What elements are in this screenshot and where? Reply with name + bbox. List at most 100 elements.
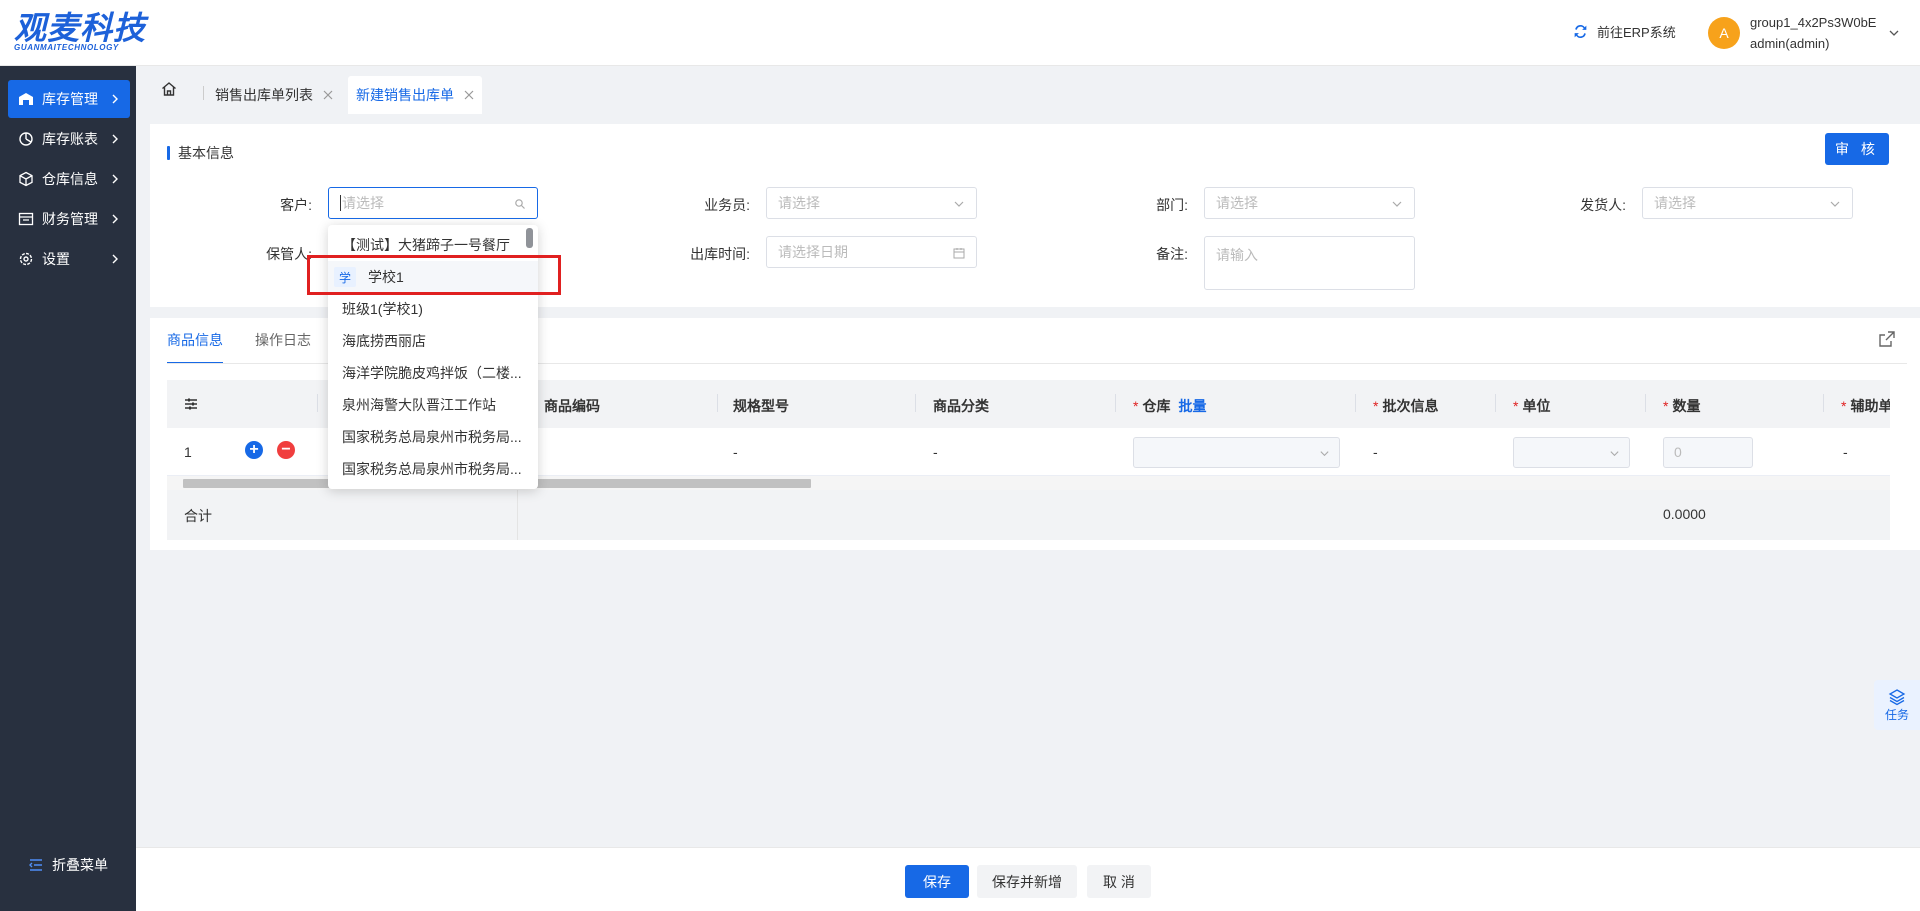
sidebar-item-finance[interactable]: 财务管理 — [8, 200, 130, 238]
salesman-select[interactable]: 请选择 — [766, 187, 977, 219]
dropdown-option[interactable]: 班级1(学校1) — [328, 293, 538, 325]
user-name: admin(admin) — [1750, 36, 1830, 51]
sidebar-item-label: 设置 — [42, 251, 70, 267]
erp-system-link[interactable]: 前往ERP系统 — [1572, 22, 1676, 41]
chevron-right-icon — [112, 214, 118, 224]
text-cursor — [340, 195, 341, 211]
column-divider — [1115, 394, 1116, 412]
calendar-icon — [953, 248, 965, 259]
dropdown-option[interactable]: 泉州海警大队晋江工作站 — [328, 389, 538, 421]
column-divider — [915, 394, 916, 412]
aux-header-label: 辅助单 — [1850, 398, 1890, 414]
shipper-label: 发货人: — [1580, 197, 1626, 213]
pie-chart-icon — [18, 131, 34, 147]
outtime-date-picker[interactable]: 请选择日期 — [766, 236, 977, 268]
unit-select[interactable] — [1513, 437, 1630, 468]
dropdown-scrollbar[interactable] — [526, 228, 533, 248]
collapse-menu-label: 折叠菜单 — [52, 857, 108, 873]
add-row-button[interactable]: + — [245, 441, 263, 459]
warehouse-select[interactable] — [1133, 437, 1340, 468]
cell-batch-info: - — [1373, 444, 1378, 460]
close-icon[interactable] — [321, 88, 335, 102]
sidebar: 库存管理 库存账表 仓库信息 财务管理 设置 折叠菜单 — [0, 66, 136, 911]
header-category: 商品分类 — [933, 398, 989, 414]
cell-category: - — [933, 444, 938, 460]
header-aux-unit: * 辅助单 — [1841, 396, 1890, 416]
chevron-down-icon — [1610, 451, 1619, 457]
tab-divider — [203, 86, 204, 100]
gear-icon — [18, 251, 34, 267]
tab-sales-outbound-list[interactable]: 销售出库单列表 — [207, 76, 341, 114]
shipper-select[interactable]: 请选择 — [1642, 187, 1853, 219]
chevron-down-icon — [954, 201, 964, 207]
chevron-right-icon — [112, 254, 118, 264]
department-select[interactable]: 请选择 — [1204, 187, 1415, 219]
chevron-right-icon — [112, 174, 118, 184]
column-divider — [1355, 394, 1356, 412]
keeper-label: 保管人: — [266, 246, 312, 262]
chevron-right-icon — [112, 134, 118, 144]
batch-info-header-label: 批次信息 — [1382, 398, 1439, 414]
outtime-placeholder: 请选择日期 — [778, 244, 848, 260]
dropdown-option[interactable]: 海底捞西丽店 — [328, 325, 538, 357]
customer-select[interactable]: 请选择 — [328, 187, 538, 219]
total-quantity: 0.0000 — [1663, 506, 1706, 522]
table-footer: 合计 0.0000 — [167, 490, 1890, 540]
sidebar-item-label: 库存管理 — [42, 91, 98, 107]
logo[interactable]: 观麦科技 GUANMAITECHNOLOGY — [14, 10, 146, 52]
home-icon[interactable] — [160, 80, 178, 98]
task-float-button[interactable]: 任务 — [1874, 680, 1920, 730]
outtime-label: 出库时间: — [690, 246, 750, 262]
header-product-code: 商品编码 — [544, 398, 600, 414]
tab-goods-info[interactable]: 商品信息 — [167, 330, 223, 364]
expand-icon[interactable] — [1878, 330, 1896, 348]
warehouse-header-label: 仓库 — [1142, 398, 1171, 414]
menu-fold-icon — [29, 859, 42, 871]
footer-divider — [517, 490, 518, 540]
save-and-new-button[interactable]: 保存并新增 — [977, 865, 1077, 898]
top-header: 观麦科技 GUANMAITECHNOLOGY 前往ERP系统 A group1_… — [0, 0, 1920, 66]
sidebar-item-inventory[interactable]: 库存管理 — [8, 80, 130, 118]
quantity-input[interactable]: 0 — [1663, 437, 1753, 468]
salesman-placeholder: 请选择 — [778, 195, 820, 211]
shipper-placeholder: 请选择 — [1654, 195, 1696, 211]
dropdown-option[interactable]: 国家税务总局泉州市税务局... — [328, 421, 538, 453]
chevron-right-icon — [112, 94, 118, 104]
collapse-menu-button[interactable]: 折叠菜单 — [28, 855, 108, 875]
batch-link[interactable]: 批量 — [1178, 398, 1206, 414]
sidebar-item-label: 仓库信息 — [42, 171, 98, 187]
sidebar-item-settings[interactable]: 设置 — [8, 240, 130, 278]
dropdown-option[interactable]: 【测试】大猪蹄子一号餐厅 — [328, 229, 538, 261]
dropdown-option[interactable]: 海洋学院脆皮鸡拌饭（二楼... — [328, 357, 538, 389]
dropdown-option-school1[interactable]: 学 学校1 — [328, 261, 538, 293]
dropdown-option[interactable]: 国家税务总局泉州市税务局... — [328, 453, 538, 485]
row-index: 1 — [184, 444, 192, 460]
remark-label: 备注: — [1156, 246, 1188, 262]
search-icon — [515, 199, 525, 209]
header-batch-info: * 批次信息 — [1373, 398, 1439, 414]
header-unit: * 单位 — [1513, 398, 1551, 414]
sidebar-item-inventory-report[interactable]: 库存账表 — [8, 120, 130, 158]
remove-row-button[interactable]: − — [277, 441, 295, 459]
logo-text: 观麦科技 — [14, 9, 147, 47]
remark-textarea[interactable]: 请输入 — [1204, 236, 1415, 290]
save-button[interactable]: 保存 — [905, 865, 969, 898]
tab-new-sales-outbound[interactable]: 新建销售出库单 — [348, 76, 482, 114]
chevron-down-icon — [1392, 201, 1402, 207]
tab-operation-log[interactable]: 操作日志 — [255, 330, 311, 362]
section-title: 基本信息 — [167, 143, 234, 163]
column-divider — [1495, 394, 1496, 412]
column-settings-icon[interactable] — [184, 397, 198, 411]
sidebar-item-warehouse-info[interactable]: 仓库信息 — [8, 160, 130, 198]
tab-label: 新建销售出库单 — [356, 87, 454, 103]
cancel-button[interactable]: 取 消 — [1087, 865, 1151, 898]
cell-aux-unit: - — [1843, 444, 1848, 460]
audit-button[interactable]: 审 核 — [1825, 133, 1889, 165]
task-label: 任务 — [1884, 707, 1909, 722]
user-menu[interactable]: A group1_4x2Ps3W0bE admin(admin) — [1708, 12, 1900, 54]
avatar: A — [1708, 17, 1740, 49]
erp-link-label: 前往ERP系统 — [1597, 25, 1676, 40]
customer-label: 客户: — [280, 197, 312, 213]
column-divider — [317, 394, 318, 412]
close-icon[interactable] — [462, 88, 476, 102]
